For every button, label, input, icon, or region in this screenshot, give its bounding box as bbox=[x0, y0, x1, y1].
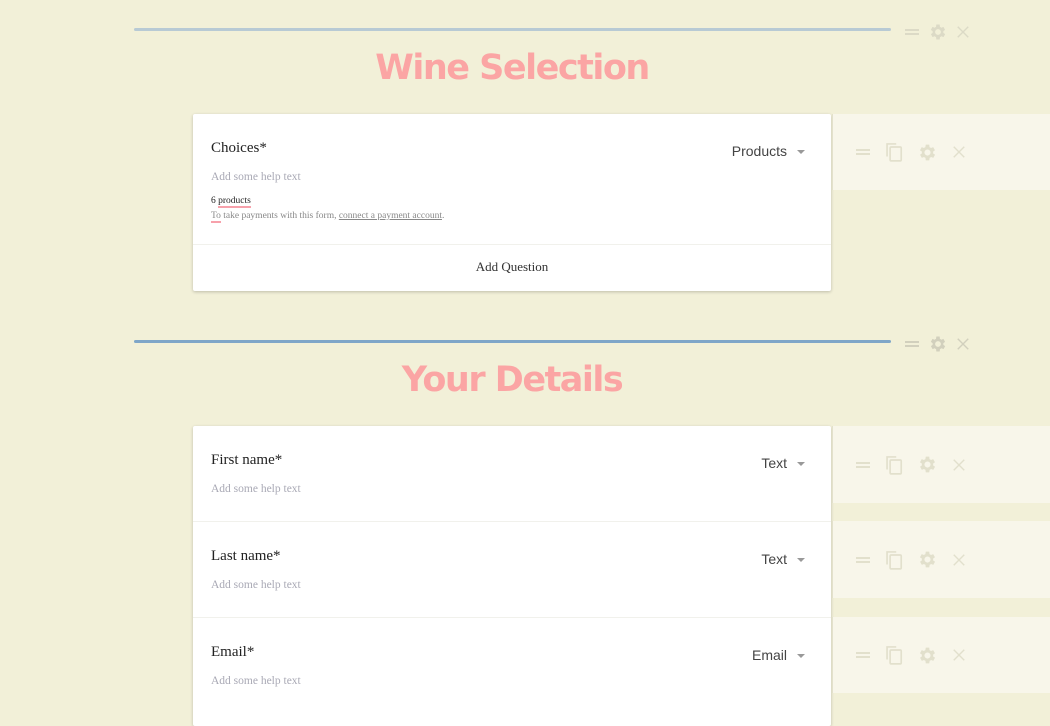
question-card: Choices* Add some help text 6 products T… bbox=[193, 114, 831, 291]
help-text-input[interactable]: Add some help text bbox=[211, 483, 301, 495]
question-label[interactable]: Choices* bbox=[211, 140, 267, 157]
connect-payment-link[interactable]: connect a payment account bbox=[339, 211, 442, 221]
question-type-value: Products bbox=[731, 143, 787, 159]
payment-notice: To take payments with this form, connect… bbox=[211, 211, 445, 223]
question-tools bbox=[832, 114, 1050, 190]
section-title[interactable]: Wine Selection bbox=[0, 48, 1024, 88]
question-type-select[interactable]: Text bbox=[761, 551, 805, 567]
chevron-down-icon bbox=[797, 462, 805, 466]
question-type-value: Text bbox=[761, 551, 787, 567]
question-row[interactable]: Email* Add some help text Email bbox=[193, 618, 831, 713]
close-icon[interactable] bbox=[952, 145, 966, 159]
section-tools bbox=[904, 334, 970, 354]
products-count: 6 bbox=[211, 196, 216, 206]
gear-icon[interactable] bbox=[917, 142, 938, 163]
add-question-button[interactable]: Add Question bbox=[193, 259, 831, 275]
close-icon[interactable] bbox=[952, 553, 966, 567]
copy-icon[interactable] bbox=[885, 142, 903, 162]
question-type-select[interactable]: Products bbox=[732, 143, 805, 159]
question-tools bbox=[832, 521, 1050, 598]
close-icon[interactable] bbox=[956, 25, 970, 39]
question-tools bbox=[832, 426, 1050, 503]
gear-icon[interactable] bbox=[928, 22, 948, 42]
drag-handle-icon[interactable] bbox=[855, 144, 871, 160]
chevron-down-icon bbox=[797, 558, 805, 562]
payment-notice-suffix: . bbox=[441, 211, 445, 221]
question-tools bbox=[832, 617, 1050, 693]
products-summary: 6 products bbox=[211, 196, 251, 208]
copy-icon[interactable] bbox=[885, 455, 903, 475]
drag-handle-icon[interactable] bbox=[855, 647, 871, 663]
copy-icon[interactable] bbox=[885, 645, 903, 665]
question-label[interactable]: First name* bbox=[211, 452, 282, 469]
question-row[interactable]: Choices* Add some help text 6 products T… bbox=[193, 114, 831, 245]
drag-handle-icon[interactable] bbox=[904, 336, 920, 352]
gear-icon[interactable] bbox=[928, 334, 948, 354]
gear-icon[interactable] bbox=[917, 549, 938, 570]
question-row[interactable]: First name* Add some help text Text bbox=[193, 426, 831, 522]
help-text-input[interactable]: Add some help text bbox=[211, 171, 301, 183]
payment-notice-first-word: To bbox=[211, 211, 221, 223]
question-type-value: Text bbox=[761, 455, 787, 471]
chevron-down-icon bbox=[797, 150, 805, 154]
question-row[interactable]: Last name* Add some help text Text bbox=[193, 522, 831, 618]
help-text-input[interactable]: Add some help text bbox=[211, 675, 301, 687]
drag-handle-icon[interactable] bbox=[855, 457, 871, 473]
copy-icon[interactable] bbox=[885, 550, 903, 570]
question-type-select[interactable]: Email bbox=[752, 647, 805, 663]
section-divider bbox=[134, 28, 891, 31]
question-type-select[interactable]: Text bbox=[761, 455, 805, 471]
chevron-down-icon bbox=[797, 654, 805, 658]
gear-icon[interactable] bbox=[917, 454, 938, 475]
close-icon[interactable] bbox=[952, 648, 966, 662]
section-title[interactable]: Your Details bbox=[0, 360, 1024, 400]
question-card: First name* Add some help text Text Last… bbox=[193, 426, 831, 726]
products-link[interactable]: products bbox=[218, 196, 251, 208]
close-icon[interactable] bbox=[956, 337, 970, 351]
gear-icon[interactable] bbox=[917, 645, 938, 666]
help-text-input[interactable]: Add some help text bbox=[211, 579, 301, 591]
question-label[interactable]: Last name* bbox=[211, 548, 281, 565]
question-label[interactable]: Email* bbox=[211, 644, 254, 661]
section-tools bbox=[904, 22, 970, 42]
payment-notice-text: take payments with this form, bbox=[220, 211, 339, 221]
drag-handle-icon[interactable] bbox=[855, 552, 871, 568]
question-type-value: Email bbox=[751, 647, 787, 663]
close-icon[interactable] bbox=[952, 458, 966, 472]
section-divider bbox=[134, 340, 891, 343]
drag-handle-icon[interactable] bbox=[904, 24, 920, 40]
